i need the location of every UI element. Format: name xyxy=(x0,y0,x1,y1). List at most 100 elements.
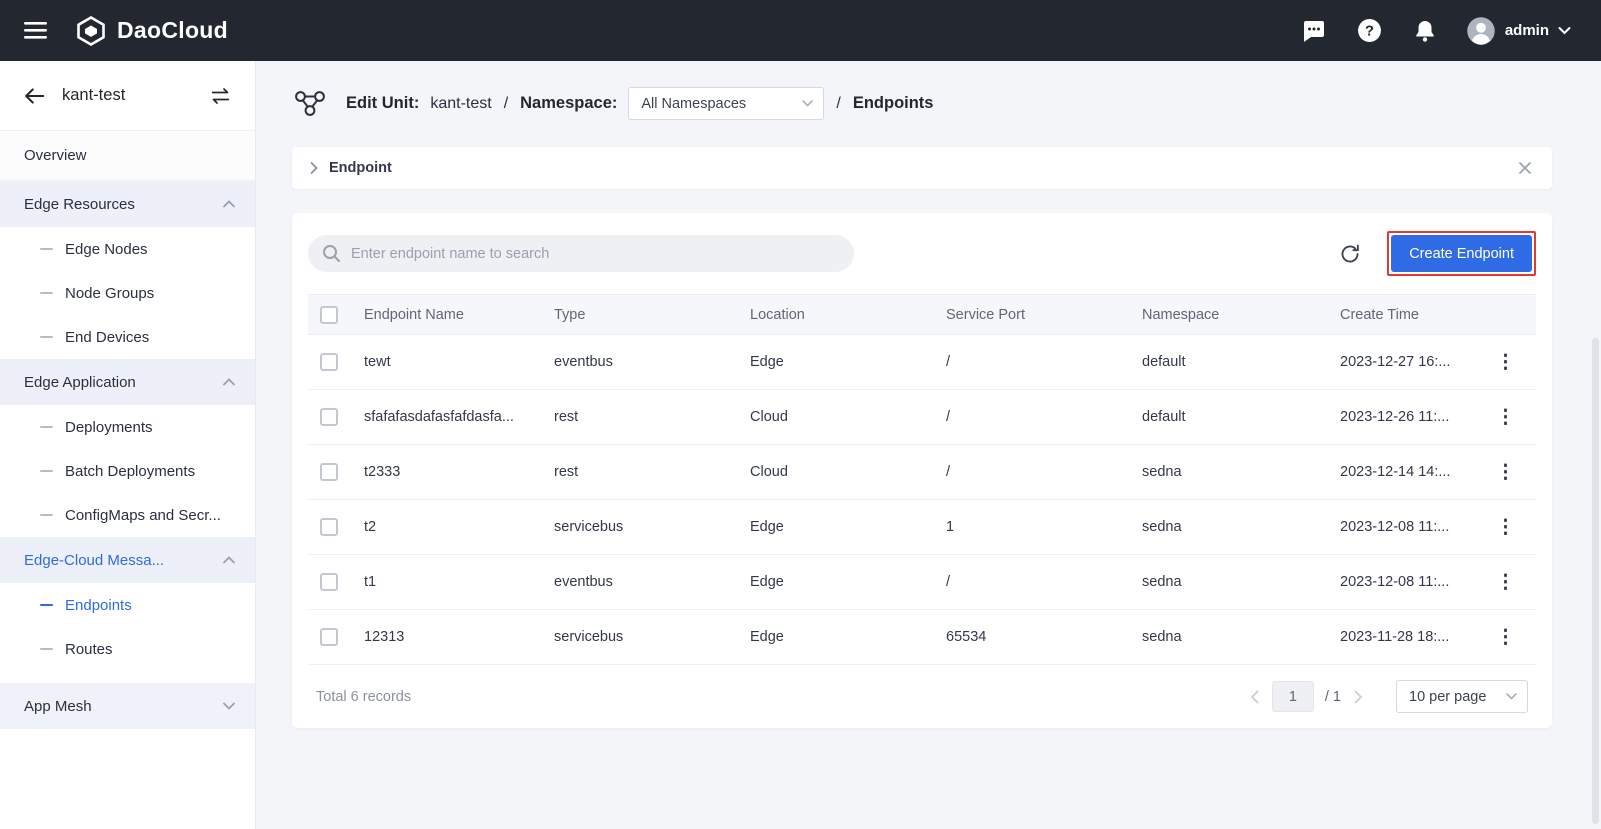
chevron-right-icon[interactable] xyxy=(310,162,318,174)
row-actions-icon[interactable]: ⋮ xyxy=(1488,461,1523,484)
chevron-down-icon xyxy=(802,100,814,107)
row-actions-icon[interactable]: ⋮ xyxy=(1488,351,1523,374)
avatar xyxy=(1466,16,1496,46)
cell-namespace: sedna xyxy=(1132,609,1330,665)
sidebar-item-overview[interactable]: Overview xyxy=(0,131,255,181)
row-checkbox[interactable] xyxy=(320,573,338,591)
sidebar-item-label: Batch Deployments xyxy=(65,462,196,480)
item-dash-icon xyxy=(40,514,53,516)
cell-endpoint-name: tewt xyxy=(354,334,544,390)
cell-type: servicebus xyxy=(544,499,740,555)
row-actions-icon[interactable]: ⋮ xyxy=(1488,516,1523,539)
per-page-select[interactable]: 10 per page xyxy=(1396,680,1528,713)
chevron-down-icon xyxy=(1506,693,1517,700)
sidebar-item-label: ConfigMaps and Secr... xyxy=(65,506,221,524)
back-icon[interactable] xyxy=(22,85,47,107)
cell-service-port: / xyxy=(936,334,1132,390)
sidebar-item-label: Edge Nodes xyxy=(65,240,148,258)
row-actions-icon[interactable]: ⋮ xyxy=(1488,626,1523,649)
sidebar-item-end-devices[interactable]: End Devices xyxy=(0,315,255,359)
table-row: t1 eventbus Edge / sedna 2023-12-08 11:.… xyxy=(308,554,1536,610)
cell-namespace: sedna xyxy=(1132,444,1330,500)
close-icon[interactable] xyxy=(1516,159,1534,177)
user-menu[interactable]: admin xyxy=(1466,16,1571,46)
sidebar-item-edge-nodes[interactable]: Edge Nodes xyxy=(0,227,255,271)
hamburger-menu-icon[interactable] xyxy=(22,20,49,41)
help-icon[interactable]: ? xyxy=(1355,16,1384,45)
section-label: App Mesh xyxy=(24,697,92,715)
username: admin xyxy=(1504,22,1549,39)
cell-service-port: 1 xyxy=(936,499,1132,555)
row-checkbox[interactable] xyxy=(320,628,338,646)
row-checkbox[interactable] xyxy=(320,408,338,426)
section-label: Edge-Cloud Messa... xyxy=(24,551,165,569)
highlight-annotation: Create Endpoint xyxy=(1387,231,1536,276)
endpoints-table: Endpoint Name Type Location Service Port… xyxy=(308,294,1536,665)
sidebar-item-label: Deployments xyxy=(65,418,153,436)
sidebar-item-routes[interactable]: Routes xyxy=(0,627,255,671)
column-header-actions xyxy=(1478,294,1536,335)
create-endpoint-button[interactable]: Create Endpoint xyxy=(1391,235,1532,272)
table-header-row: Endpoint Name Type Location Service Port… xyxy=(308,294,1536,335)
svg-text:?: ? xyxy=(1365,24,1374,40)
switch-unit-icon[interactable] xyxy=(208,85,233,107)
column-header-location: Location xyxy=(740,294,936,335)
row-actions-icon[interactable]: ⋮ xyxy=(1488,571,1523,594)
chevron-up-icon xyxy=(223,378,235,386)
refresh-icon[interactable] xyxy=(1337,241,1363,267)
sidebar-section-edge-application[interactable]: Edge Application xyxy=(0,359,255,405)
endpoint-panel-bar: Endpoint xyxy=(292,147,1552,189)
scrollbar[interactable] xyxy=(1592,338,1599,824)
cell-service-port: / xyxy=(936,444,1132,500)
notifications-icon[interactable] xyxy=(1411,17,1439,45)
daocloud-logo[interactable]: DaoCloud xyxy=(75,15,228,47)
table-row: t2333 rest Cloud / sedna 2023-12-14 14:.… xyxy=(308,444,1536,500)
column-header-namespace: Namespace xyxy=(1132,294,1330,335)
chevron-up-icon xyxy=(223,556,235,564)
prev-page-icon[interactable] xyxy=(1248,690,1261,704)
column-header-endpoint-name: Endpoint Name xyxy=(354,294,544,335)
page-input[interactable] xyxy=(1271,681,1314,712)
next-page-icon[interactable] xyxy=(1352,690,1365,704)
cell-location: Cloud xyxy=(740,444,936,500)
unit-name: kant-test xyxy=(430,94,492,112)
search-input[interactable] xyxy=(308,235,854,272)
sidebar-section-edge-cloud-message[interactable]: Edge-Cloud Messa... xyxy=(0,537,255,583)
sidebar-item-configmaps-secrets[interactable]: ConfigMaps and Secr... xyxy=(0,493,255,537)
cell-location: Edge xyxy=(740,334,936,390)
sidebar-item-batch-deployments[interactable]: Batch Deployments xyxy=(0,449,255,493)
main-content: Edit Unit: kant-test / Namespace: All Na… xyxy=(256,61,1601,829)
sidebar-item-deployments[interactable]: Deployments xyxy=(0,405,255,449)
table-footer: Total 6 records / 1 10 per page xyxy=(308,665,1536,728)
sidebar-item-node-groups[interactable]: Node Groups xyxy=(0,271,255,315)
sidebar-unit-title: kant-test xyxy=(62,86,126,104)
row-checkbox[interactable] xyxy=(320,463,338,481)
row-checkbox[interactable] xyxy=(320,353,338,371)
cell-location: Edge xyxy=(740,554,936,610)
breadcrumb: Edit Unit: kant-test / Namespace: All Na… xyxy=(292,87,1552,120)
page-total: / 1 xyxy=(1324,688,1341,705)
edit-unit-label: Edit Unit: xyxy=(346,94,420,112)
total-records: Total 6 records xyxy=(316,688,412,705)
sidebar-header: kant-test xyxy=(0,61,255,131)
sidebar-item-endpoints[interactable]: Endpoints xyxy=(0,583,255,627)
cell-endpoint-name: t1 xyxy=(354,554,544,610)
table-row: tewt eventbus Edge / default 2023-12-27 … xyxy=(308,334,1536,390)
table-row: t2 servicebus Edge 1 sedna 2023-12-08 11… xyxy=(308,499,1536,555)
row-checkbox[interactable] xyxy=(320,518,338,536)
sidebar-section-edge-resources[interactable]: Edge Resources xyxy=(0,181,255,227)
sidebar-item-label: Overview xyxy=(24,147,87,164)
cell-type: rest xyxy=(544,389,740,445)
cell-create-time: 2023-12-08 11:... xyxy=(1330,554,1478,610)
item-dash-icon xyxy=(40,248,53,250)
messages-icon[interactable] xyxy=(1300,17,1328,45)
row-actions-icon[interactable]: ⋮ xyxy=(1488,406,1523,429)
cell-location: Edge xyxy=(740,499,936,555)
daocloud-logo-icon xyxy=(75,15,107,47)
breadcrumb-current-page: Endpoints xyxy=(852,94,934,112)
sidebar-section-app-mesh[interactable]: App Mesh xyxy=(0,683,255,729)
select-all-checkbox[interactable] xyxy=(320,305,338,324)
sidebar-item-label: Routes xyxy=(65,640,113,658)
namespace-select[interactable]: All Namespaces xyxy=(628,87,825,120)
sidebar-item-label: Node Groups xyxy=(65,284,155,302)
